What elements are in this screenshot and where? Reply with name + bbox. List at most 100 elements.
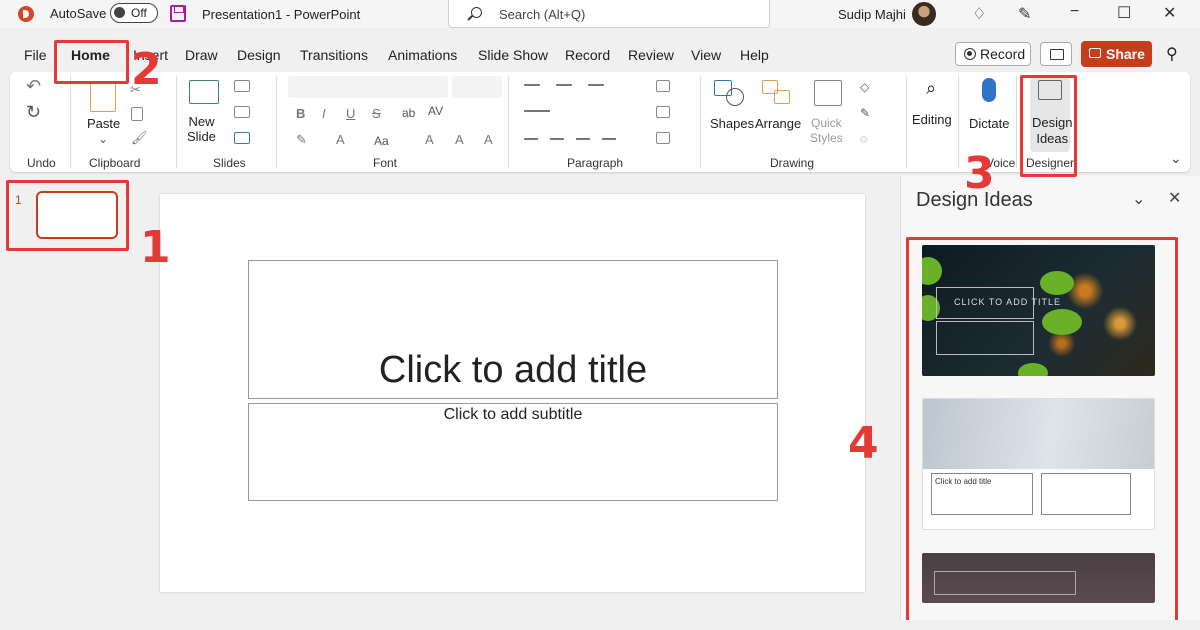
close-icon[interactable]: ✕ xyxy=(1168,188,1181,208)
arrange-label[interactable]: Arrange xyxy=(755,116,801,131)
align-right-icon[interactable] xyxy=(576,138,590,140)
font-size-select[interactable] xyxy=(452,76,502,98)
char-spacing-icon[interactable]: ab xyxy=(402,106,415,120)
group-label-undo: Undo xyxy=(27,156,56,170)
annotation-box-design-pane xyxy=(906,237,1178,630)
share-button[interactable]: Share xyxy=(1081,41,1152,67)
copy-icon[interactable] xyxy=(131,107,143,121)
redo-icon[interactable]: ↻ xyxy=(26,102,41,123)
align-text-icon[interactable] xyxy=(656,106,670,118)
tab-design[interactable]: Design xyxy=(237,47,281,63)
close-button[interactable]: ✕ xyxy=(1163,3,1176,23)
align-center-icon[interactable] xyxy=(550,138,564,140)
shapes-label[interactable]: Shapes xyxy=(710,116,754,131)
document-title: Presentation1 - PowerPoint xyxy=(202,7,361,22)
shape-outline-icon[interactable]: ✎ xyxy=(860,106,870,120)
bold-icon[interactable]: B xyxy=(296,106,305,121)
separator xyxy=(700,76,701,168)
record-icon xyxy=(964,48,976,60)
record-label: Record xyxy=(980,46,1026,62)
search-icon xyxy=(471,7,482,18)
autosave-state: Off xyxy=(131,6,147,20)
font-name-select[interactable] xyxy=(288,76,448,98)
new-slide-label[interactable]: New Slide xyxy=(187,114,216,144)
tab-slide-show[interactable]: Slide Show xyxy=(478,47,548,63)
tab-transitions[interactable]: Transitions xyxy=(300,47,368,63)
shape-effects-icon[interactable]: ◌ xyxy=(860,132,867,146)
coauthor-icon[interactable]: ⚲ xyxy=(1166,44,1178,64)
smartart-icon[interactable] xyxy=(656,132,670,144)
minimize-button[interactable]: − xyxy=(1070,3,1079,21)
tab-review[interactable]: Review xyxy=(628,47,674,63)
strikethrough-icon[interactable]: S xyxy=(372,106,381,121)
reset-icon[interactable] xyxy=(234,106,250,118)
autosave-toggle[interactable]: Off xyxy=(110,3,158,23)
save-icon[interactable] xyxy=(170,5,186,22)
editing-icon[interactable]: ⌕ xyxy=(926,78,936,99)
dictate-label[interactable]: Dictate xyxy=(969,116,1009,131)
group-label-drawing: Drawing xyxy=(770,156,815,170)
tab-record[interactable]: Record xyxy=(565,47,610,63)
bullets-icon[interactable] xyxy=(524,84,540,86)
annotation-box-home-tab xyxy=(54,40,129,84)
decrease-font-icon[interactable]: A xyxy=(455,132,464,147)
title-bar: AutoSave Off Presentation1 - PowerPoint … xyxy=(0,0,1200,28)
separator xyxy=(276,76,277,168)
pen-icon[interactable]: ✎ xyxy=(1018,4,1031,24)
section-icon[interactable] xyxy=(234,132,250,144)
line-spacing-icon[interactable] xyxy=(524,110,550,112)
tab-view[interactable]: View xyxy=(691,47,721,63)
title-placeholder-text: Click to add title xyxy=(378,349,648,391)
annotation-box-design-ideas xyxy=(1020,75,1077,177)
avatar[interactable] xyxy=(912,2,936,26)
align-left-icon[interactable] xyxy=(524,138,538,140)
layout-icon[interactable] xyxy=(234,80,250,92)
subtitle-placeholder[interactable]: Click to add subtitle xyxy=(248,403,778,501)
search-box[interactable]: Search (Alt+Q) xyxy=(448,0,770,28)
chevron-down-icon[interactable]: ⌄ xyxy=(1132,189,1145,209)
microphone-icon[interactable] xyxy=(982,78,996,102)
tab-animations[interactable]: Animations xyxy=(388,47,457,63)
increase-font-icon[interactable]: A xyxy=(425,132,434,147)
group-label-font: Font xyxy=(373,156,398,170)
maximize-button[interactable]: ☐ xyxy=(1117,3,1131,23)
editing-label[interactable]: Editing xyxy=(912,112,952,127)
numbering-icon[interactable] xyxy=(556,84,572,86)
paste-dropdown-icon[interactable]: ⌄ xyxy=(98,132,108,146)
indent-icon[interactable] xyxy=(588,84,604,86)
italic-icon[interactable]: I xyxy=(322,106,326,121)
separator xyxy=(176,76,177,168)
share-icon xyxy=(1089,48,1101,58)
underline-icon[interactable]: U xyxy=(346,106,355,121)
new-slide-icon[interactable] xyxy=(189,80,219,104)
tab-file[interactable]: File xyxy=(24,47,47,63)
change-case-icon[interactable]: AV xyxy=(428,104,443,118)
record-button[interactable]: Record xyxy=(955,42,1031,66)
separator xyxy=(1016,76,1017,168)
separator xyxy=(508,76,509,168)
separator xyxy=(958,76,959,168)
clear-format-icon[interactable]: A xyxy=(484,132,493,147)
font-color-icon[interactable]: A xyxy=(336,132,345,147)
comments-button[interactable] xyxy=(1040,42,1072,66)
tab-draw[interactable]: Draw xyxy=(185,47,218,63)
tab-help[interactable]: Help xyxy=(740,47,769,63)
highlight-icon[interactable]: ✎ xyxy=(296,132,307,148)
diamond-icon[interactable]: ♢ xyxy=(972,4,986,24)
case-icon[interactable]: Aa xyxy=(374,134,389,148)
paste-icon[interactable] xyxy=(90,82,116,112)
group-label-clipboard: Clipboard xyxy=(89,156,141,170)
paste-label[interactable]: Paste xyxy=(87,116,120,131)
quick-styles-label[interactable]: Quick Styles xyxy=(810,116,843,146)
ribbon-collapse-icon[interactable]: ⌄ xyxy=(1170,150,1182,167)
status-bar xyxy=(0,620,1200,630)
undo-icon[interactable]: ↶ xyxy=(26,76,41,97)
quick-styles-icon[interactable] xyxy=(814,80,842,106)
shape-fill-icon[interactable]: ◇ xyxy=(860,80,869,94)
share-label: Share xyxy=(1106,46,1145,62)
annotation-number-1: 1 xyxy=(140,222,171,273)
format-painter-icon[interactable]: 🖌 xyxy=(131,130,148,146)
text-direction-icon[interactable] xyxy=(656,80,670,92)
title-placeholder[interactable]: Click to add title xyxy=(248,260,778,399)
justify-icon[interactable] xyxy=(602,138,616,140)
